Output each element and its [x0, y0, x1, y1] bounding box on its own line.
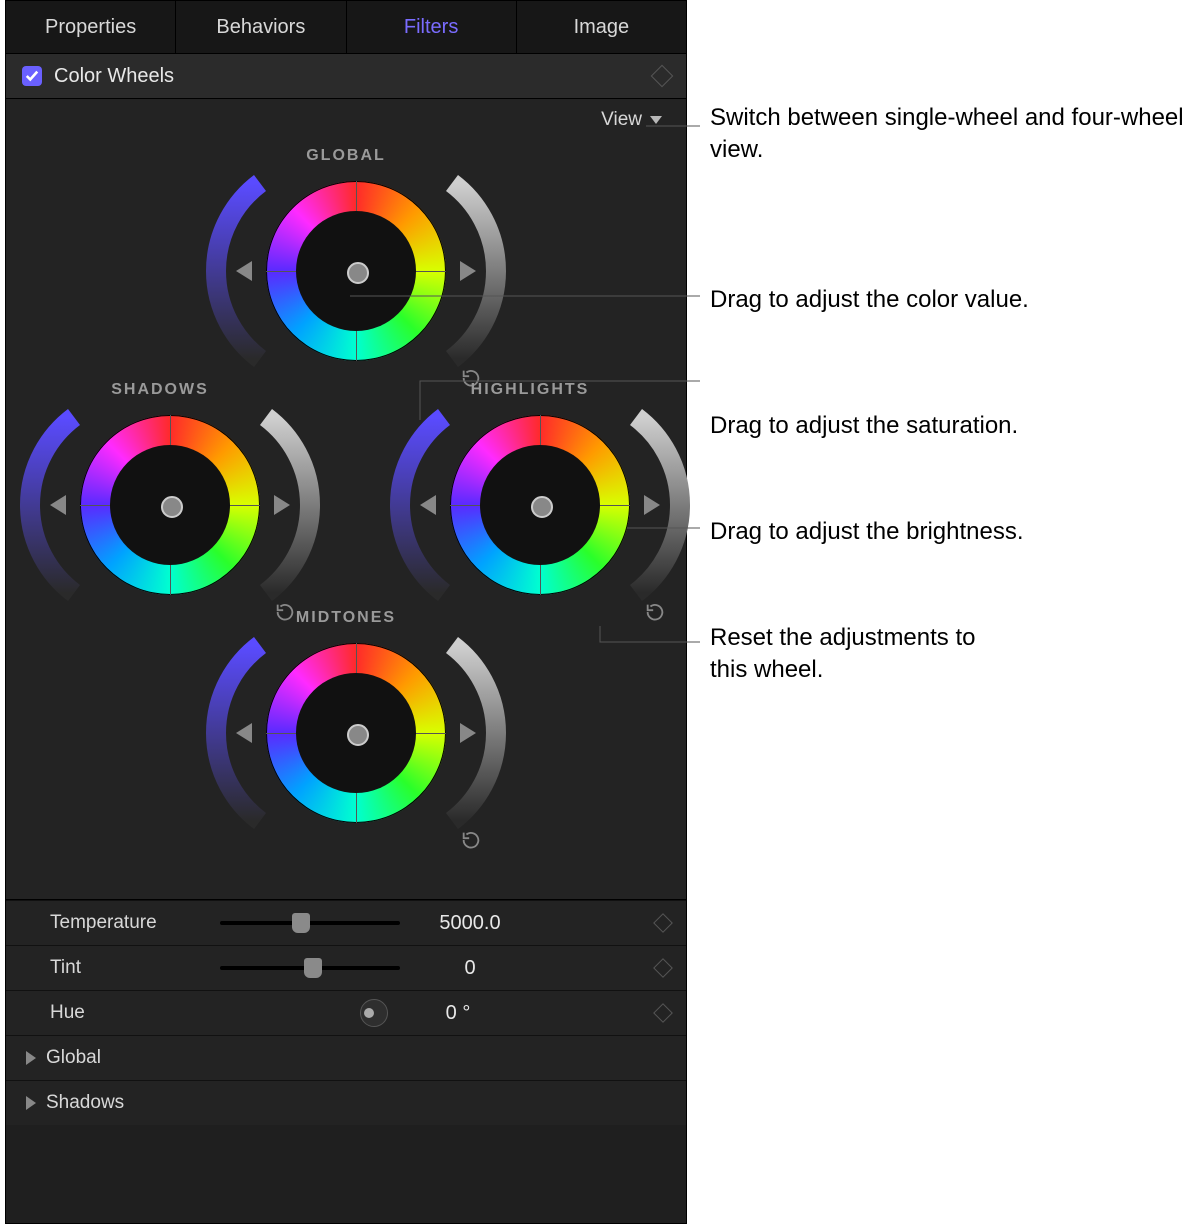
highlights-saturation-handle[interactable] [420, 495, 436, 515]
callout-reset: Reset the adjustments tothis wheel. [710, 622, 975, 686]
shadows-wheel-label: SHADOWS [40, 381, 280, 399]
global-saturation-handle[interactable] [236, 261, 252, 281]
midtones-color-wheel[interactable] [266, 643, 446, 823]
tab-image[interactable]: Image [517, 1, 686, 53]
shadows-brightness-handle[interactable] [274, 495, 290, 515]
view-popup-label: View [601, 109, 642, 131]
callout-view: Switch between single-wheel and four-whe… [710, 102, 1186, 166]
tint-slider-thumb[interactable] [304, 958, 322, 978]
color-wheels-enable-checkbox[interactable] [22, 66, 42, 86]
tint-row: Tint 0 [6, 945, 686, 990]
temperature-value[interactable]: 5000.0 [400, 912, 540, 935]
inspector-tabs: Properties Behaviors Filters Image [6, 1, 686, 54]
temperature-slider-thumb[interactable] [292, 913, 310, 933]
temperature-label: Temperature [50, 912, 220, 934]
highlights-wheel-group: HIGHLIGHTS [410, 381, 650, 605]
hue-row: Hue 0 ° [6, 990, 686, 1035]
tint-label: Tint [50, 957, 220, 979]
filter-nav-diamond-icon[interactable] [651, 65, 674, 88]
inspector-panel: Properties Behaviors Filters Image Color… [5, 0, 687, 1224]
highlights-brightness-handle[interactable] [644, 495, 660, 515]
temperature-slider[interactable] [220, 911, 400, 935]
midtones-wheel-label: MIDTONES [226, 609, 466, 627]
midtones-color-puck[interactable] [347, 724, 369, 746]
shadows-saturation-arc[interactable] [34, 417, 86, 593]
global-disclosure-row[interactable]: Global [6, 1035, 686, 1080]
temperature-row: Temperature 5000.0 [6, 900, 686, 945]
highlights-color-puck[interactable] [531, 496, 553, 518]
filter-section-header: Color Wheels [6, 54, 686, 99]
global-brightness-handle[interactable] [460, 261, 476, 281]
shadows-color-wheel[interactable] [80, 415, 260, 595]
shadows-disclosure-label: Shadows [46, 1092, 124, 1114]
midtones-wheel-group: MIDTONES [226, 609, 466, 833]
shadows-disclosure-row[interactable]: Shadows [6, 1080, 686, 1125]
shadows-saturation-handle[interactable] [50, 495, 66, 515]
global-disclosure-label: Global [46, 1047, 101, 1069]
chevron-down-icon [650, 116, 662, 124]
global-saturation-arc[interactable] [220, 183, 272, 359]
callout-color-value: Drag to adjust the color value. [710, 284, 1029, 316]
midtones-saturation-arc[interactable] [220, 645, 272, 821]
midtones-saturation-handle[interactable] [236, 723, 252, 743]
view-row: View [6, 99, 686, 141]
tab-filters[interactable]: Filters [347, 1, 517, 53]
disclosure-triangle-icon [26, 1096, 36, 1110]
global-wheel-label: GLOBAL [226, 147, 466, 165]
tint-keyframe-icon[interactable] [653, 958, 673, 978]
highlights-reset-button[interactable] [644, 601, 666, 623]
view-popup-button[interactable]: View [601, 109, 662, 131]
hue-label: Hue [50, 1002, 220, 1024]
disclosure-triangle-icon [26, 1051, 36, 1065]
tab-behaviors[interactable]: Behaviors [176, 1, 346, 53]
midtones-brightness-handle[interactable] [460, 723, 476, 743]
highlights-saturation-arc[interactable] [404, 417, 456, 593]
midtones-brightness-arc[interactable] [440, 645, 492, 821]
filter-section-title: Color Wheels [54, 65, 174, 88]
tint-value[interactable]: 0 [400, 957, 540, 980]
temperature-keyframe-icon[interactable] [653, 913, 673, 933]
global-wheel-group: GLOBAL [226, 147, 466, 371]
tab-properties[interactable]: Properties [6, 1, 176, 53]
shadows-wheel-group: SHADOWS [40, 381, 280, 605]
highlights-brightness-arc[interactable] [624, 417, 676, 593]
hue-value[interactable]: 0 ° [388, 1002, 528, 1025]
global-brightness-arc[interactable] [440, 183, 492, 359]
highlights-wheel-label: HIGHLIGHTS [410, 381, 650, 399]
hue-dial[interactable] [360, 999, 388, 1027]
midtones-reset-button[interactable] [460, 829, 482, 851]
parameter-list: Temperature 5000.0 Tint 0 Hue 0 ° [6, 899, 686, 1125]
global-color-wheel[interactable] [266, 181, 446, 361]
color-wheels-area: GLOBAL [6, 141, 686, 899]
shadows-brightness-arc[interactable] [254, 417, 306, 593]
global-color-puck[interactable] [347, 262, 369, 284]
callout-saturation: Drag to adjust the saturation. [710, 410, 1018, 442]
callout-brightness: Drag to adjust the brightness. [710, 516, 1024, 548]
tint-slider[interactable] [220, 956, 400, 980]
highlights-color-wheel[interactable] [450, 415, 630, 595]
hue-keyframe-icon[interactable] [653, 1003, 673, 1023]
shadows-color-puck[interactable] [161, 496, 183, 518]
